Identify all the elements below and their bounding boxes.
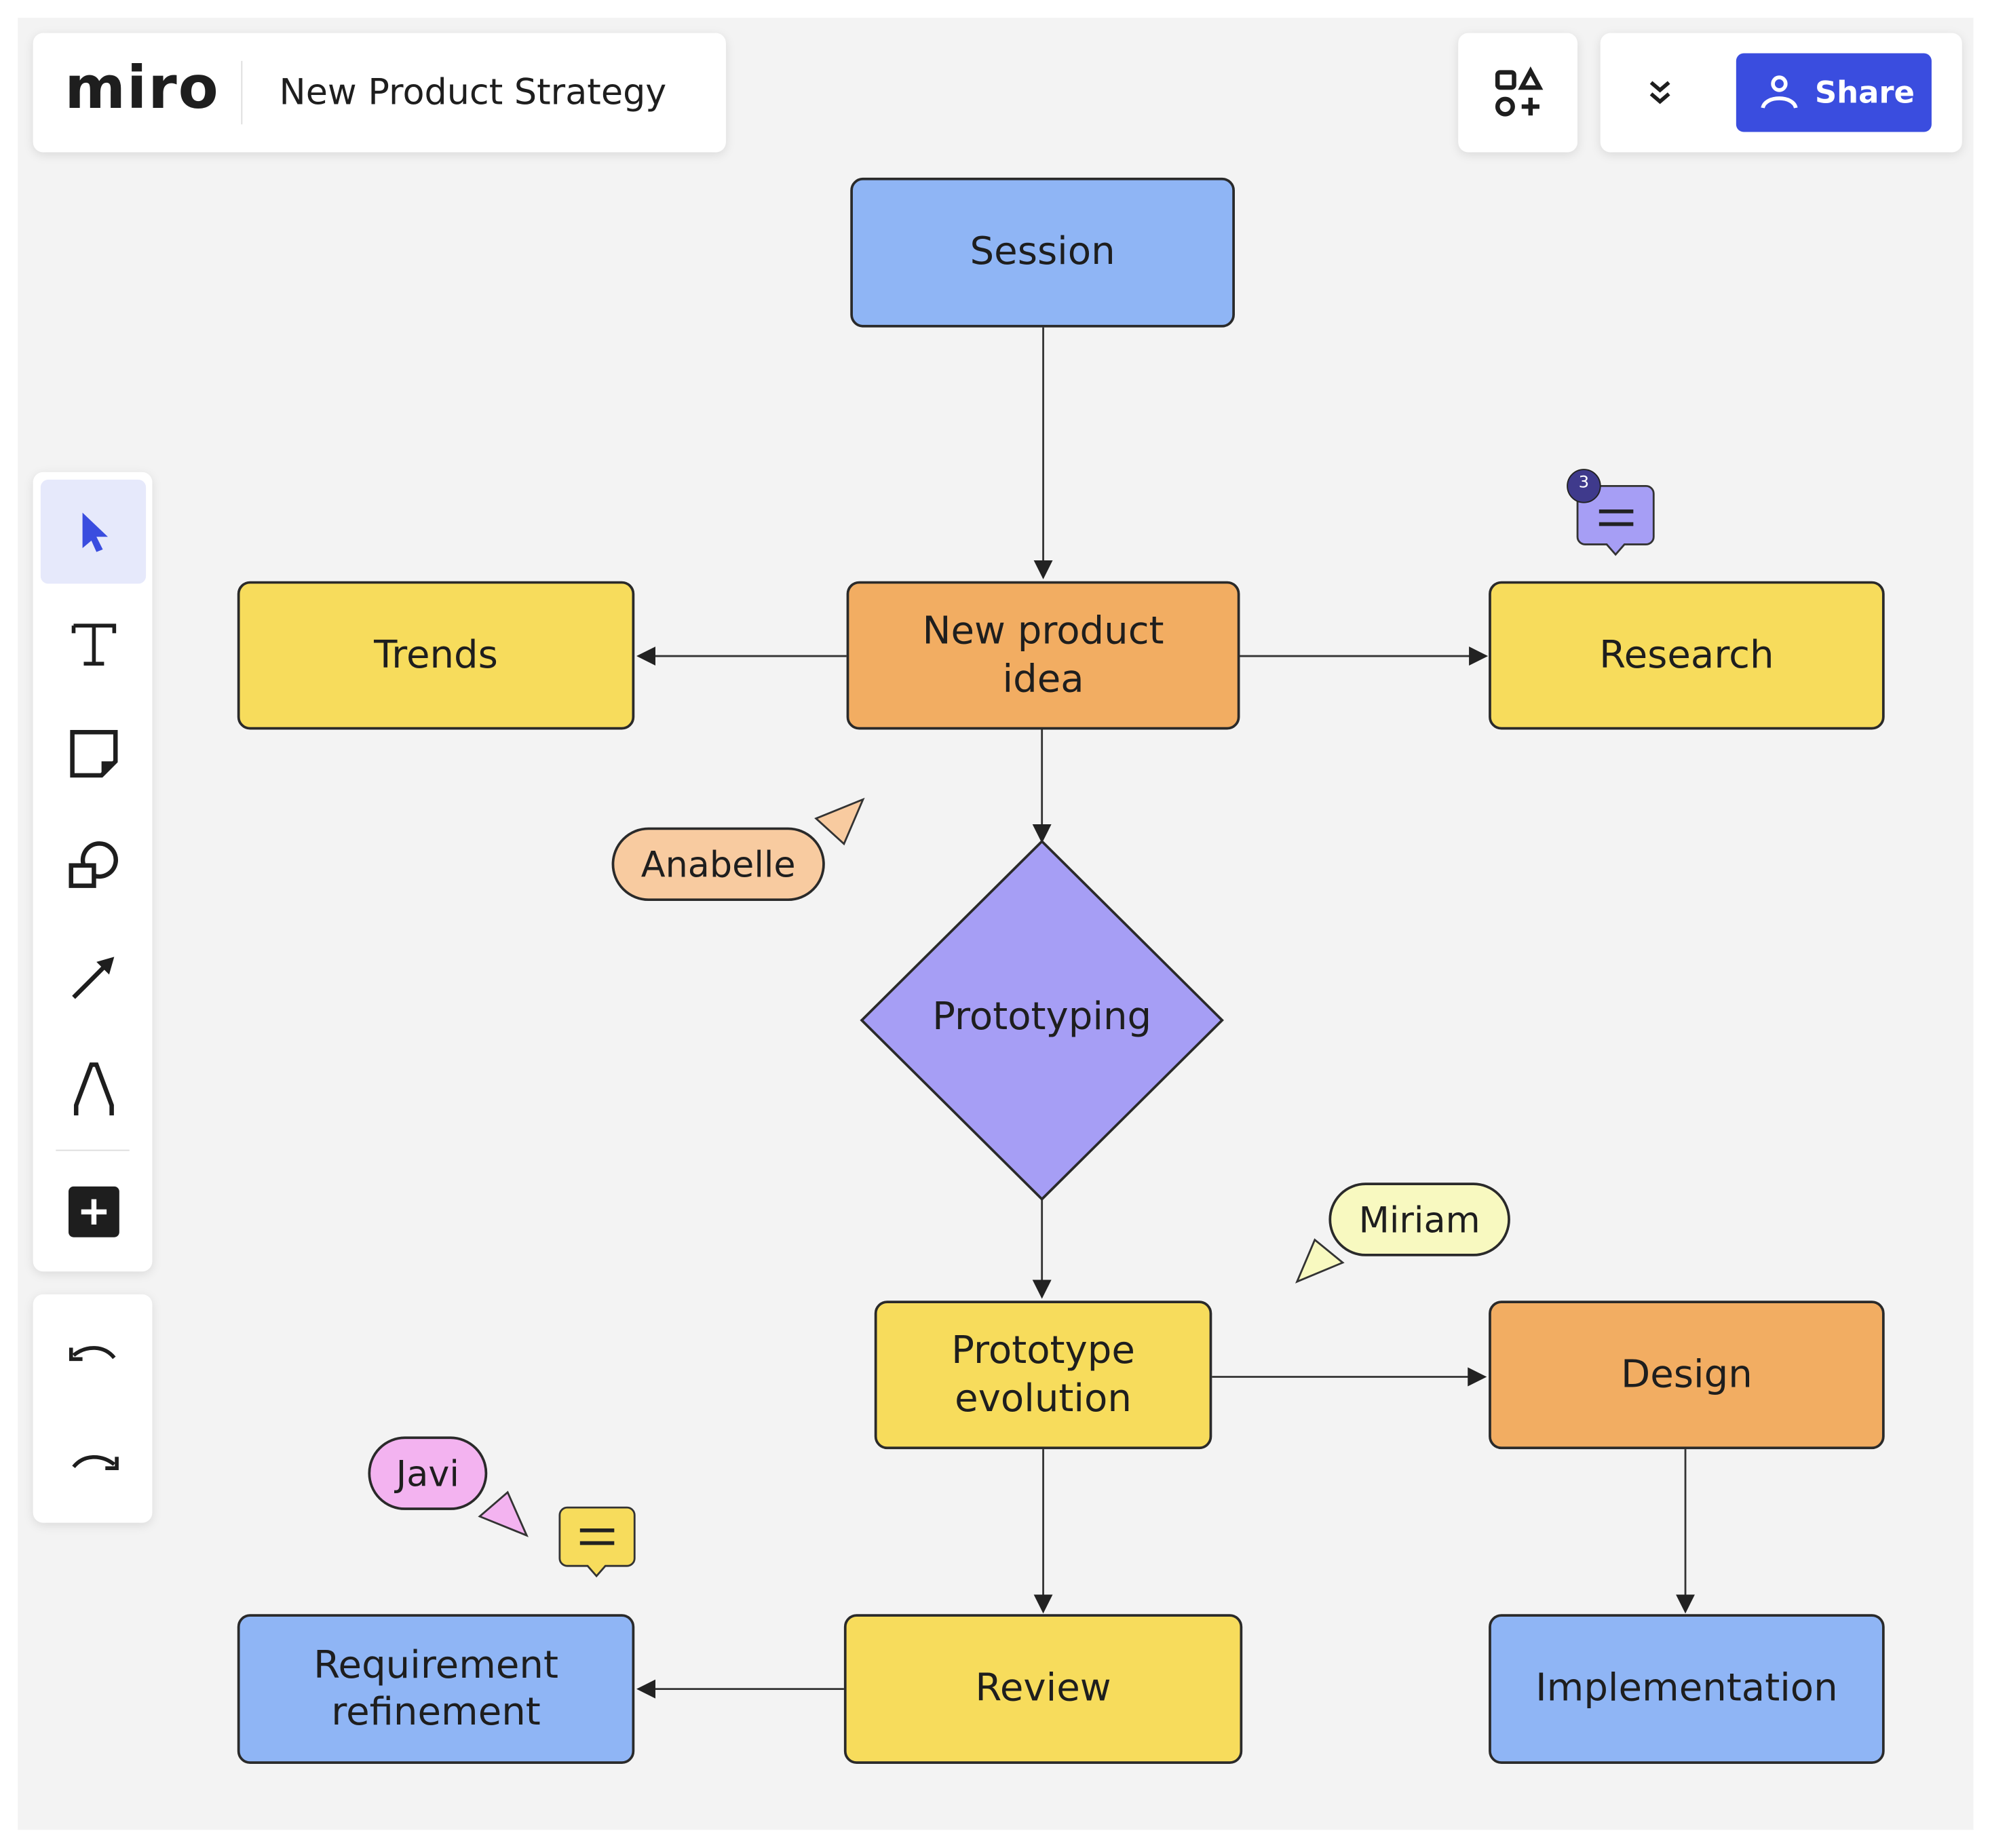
chevron-double-down-icon[interactable]: [1639, 71, 1682, 115]
select-tool[interactable]: [40, 480, 147, 584]
cursor-label-miriam: Miriam: [1328, 1182, 1510, 1256]
more-tools-button[interactable]: [41, 1160, 146, 1264]
node-research[interactable]: Research: [1489, 581, 1885, 730]
arrow-line-icon: [71, 957, 114, 999]
sticky-note-icon: [69, 730, 117, 778]
header-actions: Share: [1600, 33, 1962, 153]
anabelle-cursor-icon: [814, 797, 865, 846]
node-implementation[interactable]: Implementation: [1489, 1614, 1885, 1764]
shapes-tool[interactable]: [41, 813, 146, 917]
shapes-apps-icon: [1495, 66, 1544, 117]
shapes-icon: [68, 841, 118, 888]
node-prototype-evolution[interactable]: Prototype evolution: [874, 1301, 1212, 1450]
undo-icon: [69, 1346, 115, 1362]
text-tool[interactable]: [41, 592, 146, 695]
comment-count-badge: 3: [1578, 473, 1590, 493]
toolbar-divider: [56, 1149, 130, 1151]
javi-cursor-icon: [478, 1490, 529, 1537]
node-trends[interactable]: Trends: [237, 581, 635, 730]
miro-logo[interactable]: miro: [64, 54, 219, 122]
sticky-note-tool[interactable]: [41, 701, 146, 805]
cursor-label-javi: Javi: [368, 1436, 488, 1510]
header-divider: [241, 60, 243, 125]
node-review[interactable]: Review: [843, 1614, 1243, 1764]
plus-square-icon: [68, 1186, 119, 1237]
node-label: Prototype evolution: [951, 1328, 1135, 1421]
miro-board: 3 Session New product idea Trends Resear…: [0, 0, 1990, 1847]
pen-tool[interactable]: [41, 1037, 146, 1140]
cursor-label-anabelle: Anabelle: [611, 827, 825, 902]
comment-icon-javi[interactable]: [558, 1506, 636, 1578]
miriam-cursor-icon: [1295, 1238, 1345, 1284]
node-prototyping-label: Prototyping: [932, 995, 1152, 1039]
pointer-icon: [81, 512, 108, 552]
apps-button[interactable]: [1458, 33, 1578, 153]
node-new-product-idea[interactable]: New product idea: [846, 581, 1240, 730]
redo-button[interactable]: [41, 1414, 146, 1518]
node-requirement-refinement[interactable]: Requirement refinement: [237, 1614, 635, 1764]
board-header: miro New Product Strategy: [33, 33, 726, 153]
board-title[interactable]: New Product Strategy: [280, 71, 667, 113]
node-label: Requirement refinement: [313, 1642, 558, 1735]
share-label: Share: [1814, 75, 1915, 111]
text-icon: [71, 623, 116, 666]
connection-line-tool[interactable]: [41, 925, 146, 1029]
node-label: New product idea: [922, 609, 1164, 701]
redo-icon: [71, 1455, 118, 1470]
node-design[interactable]: Design: [1489, 1301, 1885, 1450]
pen-icon: [73, 1062, 113, 1116]
node-session[interactable]: Session: [850, 177, 1235, 328]
undo-button[interactable]: [41, 1305, 146, 1408]
share-button[interactable]: Share: [1736, 53, 1932, 132]
user-icon: [1761, 75, 1798, 109]
